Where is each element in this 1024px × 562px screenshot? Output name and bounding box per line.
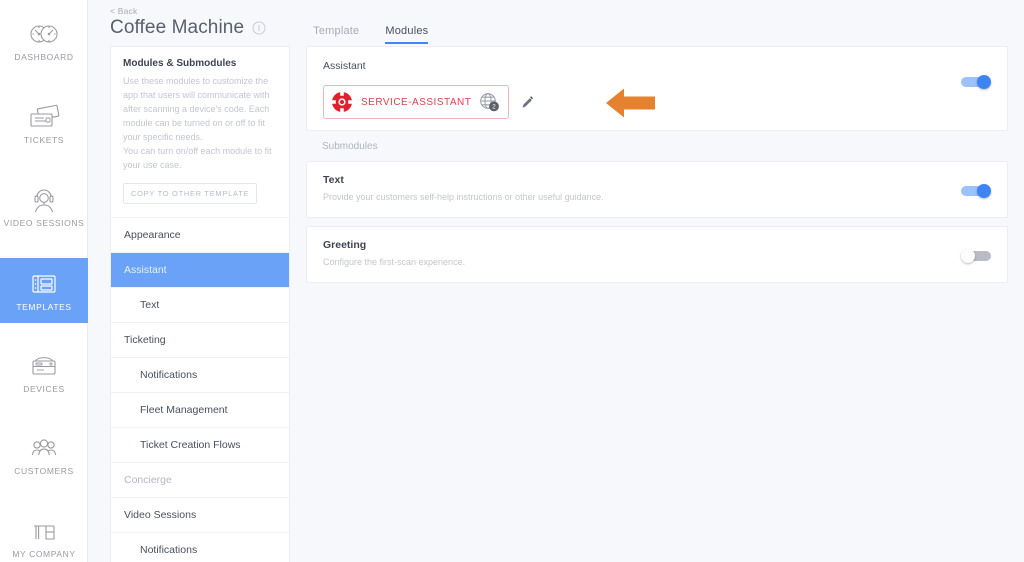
- desc-line: module can be turned on or off to fit: [123, 117, 265, 128]
- panel-title: Modules & Submodules: [123, 58, 237, 69]
- assistant-toggle[interactable]: [961, 75, 991, 89]
- people-group-icon: [24, 434, 64, 462]
- sidebar-item-label: VIDEO SESSIONS: [3, 217, 85, 228]
- submodule-toggle-text[interactable]: [961, 184, 991, 198]
- desc-line: after scanning a device's code. Each: [123, 103, 270, 114]
- sidebar-item-label: TICKETS: [23, 134, 65, 145]
- submodule-card-greeting: Greeting Configure the first-scan experi…: [306, 226, 1008, 283]
- templates-grid-icon: [24, 270, 64, 298]
- nav-item-notifications-ticketing[interactable]: Notifications: [111, 358, 289, 393]
- chip-label: SERVICE-ASSISTANT: [361, 96, 472, 108]
- sidebar-item-customers[interactable]: CUSTOMERS: [0, 422, 88, 487]
- page-title: Coffee Machine: [110, 17, 245, 38]
- main-content: < Back Coffee Machine Template Modules M…: [88, 0, 1024, 562]
- desk-icon: [24, 517, 64, 545]
- lifebuoy-icon: [331, 91, 353, 113]
- sidebar-item-label: DEVICES: [23, 383, 65, 394]
- submodule-description: Configure the first-scan experience.: [323, 257, 466, 267]
- dashboard-gauges-icon: [24, 20, 64, 48]
- service-assistant-chip[interactable]: SERVICE-ASSISTANT 2: [323, 85, 510, 119]
- app-root: DASHBOARD TICKETS VIDEO SESSIONS TEMPLAT…: [0, 0, 1024, 562]
- nav-item-ticket-creation-flows[interactable]: Ticket Creation Flows: [111, 428, 289, 463]
- desc-line: Use these modules to customize the: [123, 76, 269, 86]
- submodule-title: Text: [323, 174, 344, 186]
- assistant-module-card: Assistant SERVICE-ASSISTANT 2: [306, 46, 1008, 131]
- primary-nav-rail: DASHBOARD TICKETS VIDEO SESSIONS TEMPLAT…: [0, 0, 88, 562]
- panel-description: Use these modules to customize the app t…: [123, 75, 277, 173]
- desc-line: your use case.: [123, 159, 182, 170]
- submodule-card-text: Text Provide your customers self-help in…: [306, 161, 1008, 218]
- modules-sidebar: Modules & Submodules Use these modules t…: [110, 46, 290, 562]
- desc-line: You can turn on/off each module to fit: [123, 145, 272, 156]
- headset-agent-icon: [24, 186, 64, 214]
- nav-item-video-sessions[interactable]: Video Sessions: [111, 498, 289, 533]
- sidebar-item-label: TEMPLATES: [16, 301, 72, 312]
- modules-info-panel: Modules & Submodules Use these modules t…: [110, 46, 290, 562]
- submodule-title: Greeting: [323, 239, 367, 251]
- nav-item-appearance[interactable]: Appearance: [111, 218, 289, 253]
- copy-to-other-template-button[interactable]: COPY TO OTHER TEMPLATE: [123, 182, 258, 204]
- sidebar-item-label: DASHBOARD: [14, 51, 74, 62]
- sidebar-item-templates[interactable]: TEMPLATES: [0, 258, 88, 323]
- submodules-section-label: Submodules: [322, 141, 378, 152]
- toggle-knob: [977, 184, 991, 198]
- modules-detail-column: Assistant SERVICE-ASSISTANT 2 Submodules…: [306, 46, 1008, 562]
- sidebar-item-label: MY COMPANY: [12, 548, 76, 559]
- submodule-toggle-greeting[interactable]: [961, 249, 991, 263]
- tab-template[interactable]: Template: [313, 25, 359, 44]
- assistant-card-label: Assistant: [323, 60, 366, 72]
- nav-item-ticketing[interactable]: Ticketing: [111, 323, 289, 358]
- content-body: Modules & Submodules Use these modules t…: [88, 46, 1024, 562]
- sidebar-item-devices[interactable]: DEVICES: [0, 340, 88, 405]
- printer-device-icon: [24, 352, 64, 380]
- assistant-chip-row: SERVICE-ASSISTANT 2: [323, 85, 991, 119]
- desc-line: your specific needs.: [123, 131, 203, 142]
- back-link[interactable]: < Back: [110, 6, 266, 16]
- nav-item-fleet-management[interactable]: Fleet Management: [111, 393, 289, 428]
- sidebar-item-dashboard[interactable]: DASHBOARD: [0, 8, 88, 73]
- sidebar-item-tickets[interactable]: TICKETS: [0, 91, 88, 156]
- globe-icon: 2: [479, 92, 500, 112]
- nav-item-assistant[interactable]: Assistant: [111, 252, 289, 288]
- toggle-knob: [977, 75, 991, 89]
- pencil-edit-icon[interactable]: [521, 95, 534, 109]
- title-row: Coffee Machine: [110, 17, 266, 39]
- tab-modules[interactable]: Modules: [385, 25, 429, 44]
- globe-badge-count: 2: [493, 104, 497, 111]
- sidebar-item-video-sessions[interactable]: VIDEO SESSIONS: [0, 174, 88, 239]
- page-header: < Back Coffee Machine Template Modules: [88, 0, 1024, 46]
- desc-line: app that users will communicate with: [123, 89, 270, 100]
- panel-header: Modules & Submodules Use these modules t…: [111, 47, 289, 218]
- tab-bar: Template Modules: [313, 6, 429, 44]
- submodule-description: Provide your customers self-help instruc…: [323, 192, 604, 202]
- info-circle-icon[interactable]: [252, 21, 266, 35]
- tickets-icon: [24, 103, 64, 131]
- module-nav-list: Appearance Assistant Text Ticketing Noti…: [111, 218, 289, 562]
- sidebar-item-label: CUSTOMERS: [14, 465, 74, 476]
- nav-item-concierge[interactable]: Concierge: [111, 463, 289, 498]
- title-block: < Back Coffee Machine: [110, 6, 266, 39]
- sidebar-item-my-company[interactable]: MY COMPANY: [0, 505, 88, 562]
- nav-item-text[interactable]: Text: [111, 288, 289, 323]
- toggle-knob: [961, 249, 975, 263]
- nav-item-notifications-video[interactable]: Notifications: [111, 533, 289, 562]
